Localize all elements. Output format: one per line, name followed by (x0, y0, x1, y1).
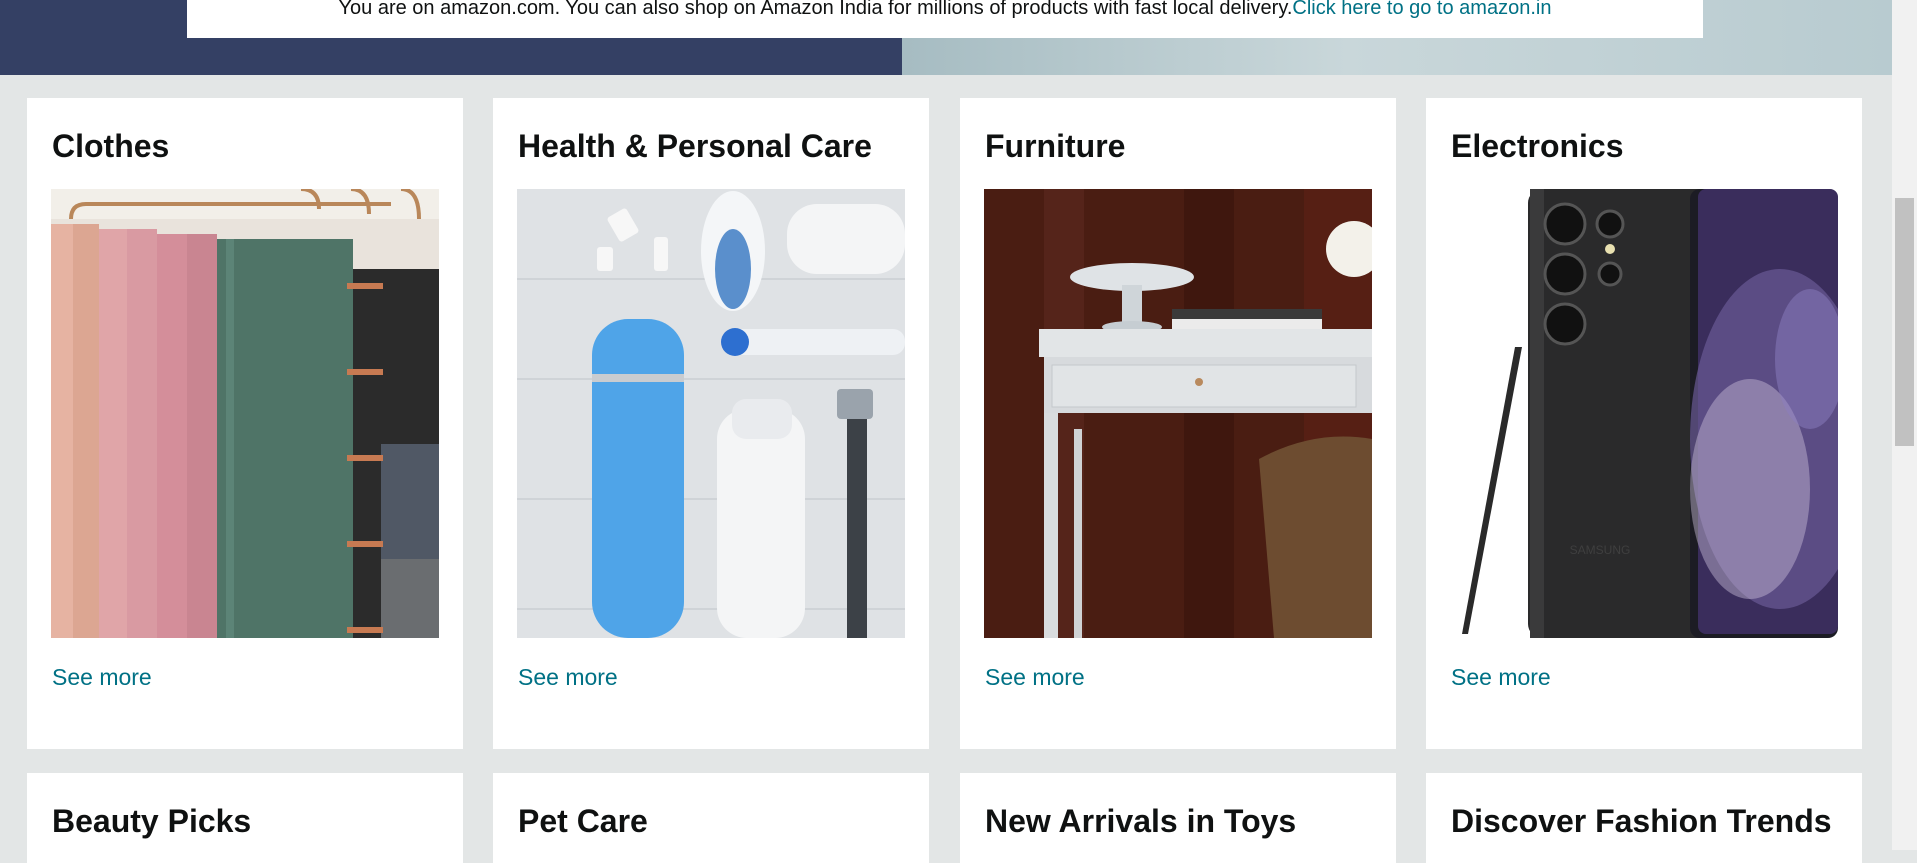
card-title: Electronics (1451, 128, 1624, 164)
scrollbar-thumb[interactable] (1895, 198, 1914, 446)
see-more-link[interactable]: See more (52, 664, 152, 691)
locale-notice-text: You are on amazon.com. You can also shop… (338, 0, 1293, 19)
locale-notice-banner: You are on amazon.com. You can also shop… (187, 0, 1703, 38)
see-more-link[interactable]: See more (518, 664, 618, 691)
card-title: Health & Personal Care (518, 128, 872, 164)
card-title: Beauty Picks (52, 803, 252, 839)
category-card-furniture: Furniture See more (960, 98, 1396, 749)
svg-text:SAMSUNG: SAMSUNG (1570, 543, 1631, 557)
card-title: Discover Fashion Trends (1451, 803, 1832, 839)
see-more-link[interactable]: See more (985, 664, 1085, 691)
see-more-link[interactable]: See more (1451, 664, 1551, 691)
card-title: Furniture (985, 128, 1126, 164)
clothes-image[interactable] (51, 189, 439, 638)
card-title: New Arrivals in Toys (985, 803, 1297, 839)
furniture-image[interactable] (984, 189, 1372, 638)
card-title: Clothes (52, 128, 170, 164)
category-card-clothes: Clothes See more (27, 98, 463, 749)
card-title: Pet Care (518, 803, 648, 839)
amazon-in-link[interactable]: Click here to go to amazon.in (1292, 0, 1551, 19)
category-card-electronics: Electronics SAMSUNG See more (1426, 98, 1862, 749)
personal-care-image[interactable] (517, 189, 905, 638)
smartphone-image[interactable]: SAMSUNG (1450, 189, 1838, 638)
category-card-health: Health & Personal Care See more (493, 98, 929, 749)
